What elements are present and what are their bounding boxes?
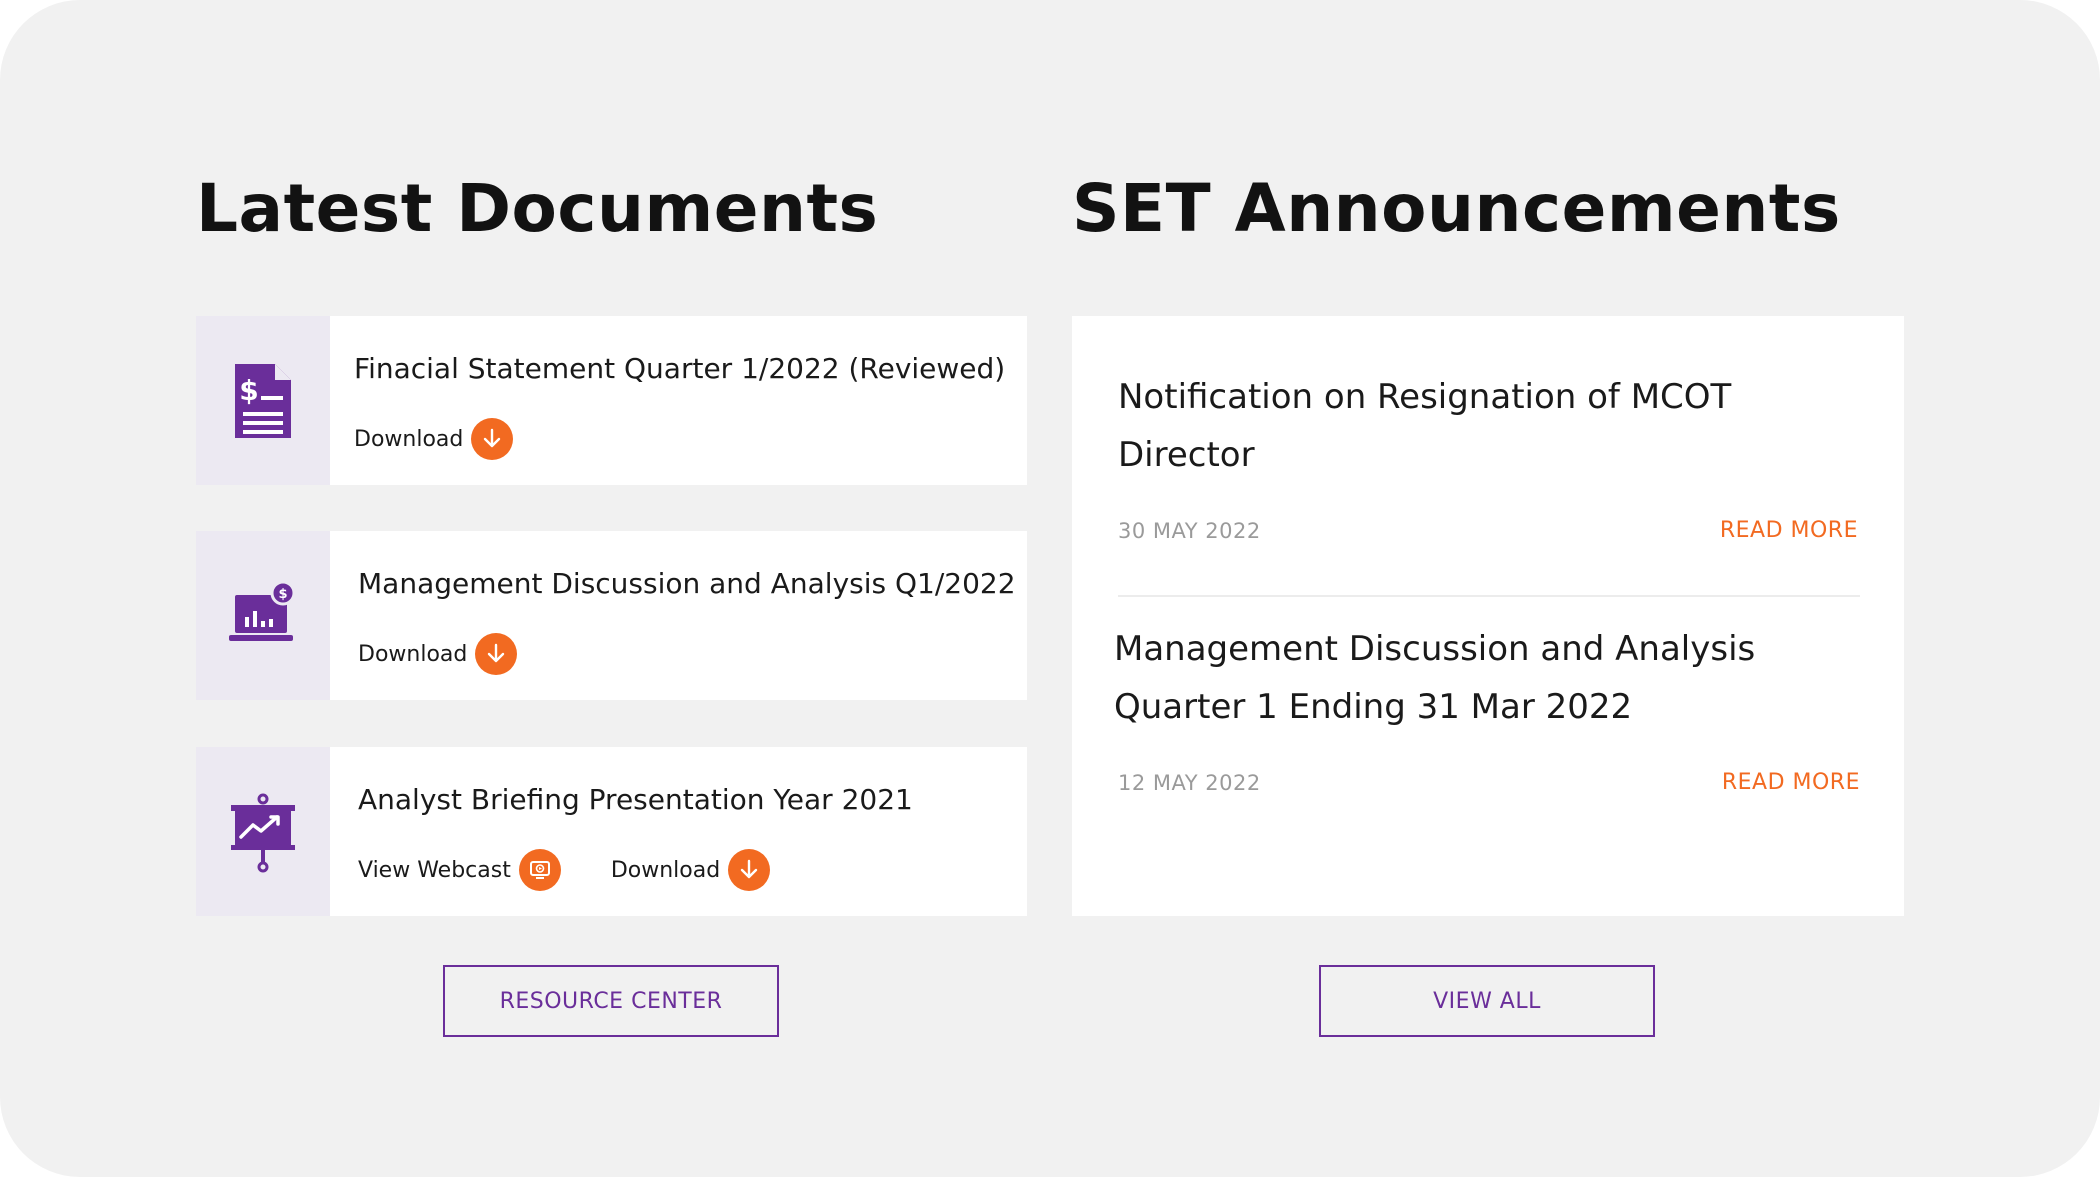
laptop-chart-icon: $ [229,580,296,641]
document-icon-box: $ [196,316,330,485]
download-icon [471,418,514,460]
announcements-panel: Notification on Resignation of MCOT Dire… [1072,316,1904,916]
set-announcements-heading: SET Announcements [1072,170,1841,247]
download-button[interactable]: Download [354,418,514,460]
document-title[interactable]: Management Discussion and Analysis Q1/20… [358,567,1016,600]
announcement-title[interactable]: Management Discussion and Analysis Quart… [1114,620,1860,736]
financial-document-icon: $ [235,363,291,438]
svg-text:$: $ [278,587,287,602]
document-icon-box: $ [196,531,330,700]
svg-text:$: $ [239,374,258,407]
document-card: Analyst Briefing Presentation Year 2021 … [196,747,1027,916]
document-icon-box [196,747,330,916]
view-all-button[interactable]: VIEW ALL [1319,965,1655,1037]
document-title[interactable]: Finacial Statement Quarter 1/2022 (Revie… [354,352,1005,385]
read-more-link[interactable]: READ MORE [1720,518,1858,543]
document-card: $ Finacial Statement Quarter 1/2022 (Rev… [196,316,1027,485]
announcement-item: Notification on Resignation of MCOT Dire… [1118,368,1858,543]
download-label: Download [610,857,721,883]
divider [1118,595,1860,597]
announcement-date: 12 MAY 2022 [1118,770,1261,795]
download-label: Download [354,426,464,452]
read-more-link[interactable]: READ MORE [1722,770,1860,795]
download-label: Download [358,641,468,667]
webcast-icon [518,849,561,891]
download-icon [728,849,771,891]
document-title[interactable]: Analyst Briefing Presentation Year 2021 [358,783,913,816]
latest-documents-heading: Latest Documents [196,170,879,247]
page-background: Latest Documents SET Announcements $ Fin… [0,0,2100,1177]
presentation-board-icon [231,793,295,872]
download-icon [475,633,518,675]
document-card: $ Management Discussion and Analysis Q1/… [196,531,1027,700]
resource-center-button[interactable]: RESOURCE CENTER [443,965,779,1037]
announcement-item: Management Discussion and Analysis Quart… [1114,620,1860,795]
download-button[interactable]: Download [358,633,518,675]
view-webcast-button[interactable]: View Webcast [358,849,561,891]
announcement-title[interactable]: Notification on Resignation of MCOT Dire… [1118,368,1858,484]
announcement-date: 30 MAY 2022 [1118,518,1261,543]
download-button[interactable]: Download [610,849,771,891]
view-webcast-label: View Webcast [358,857,511,883]
